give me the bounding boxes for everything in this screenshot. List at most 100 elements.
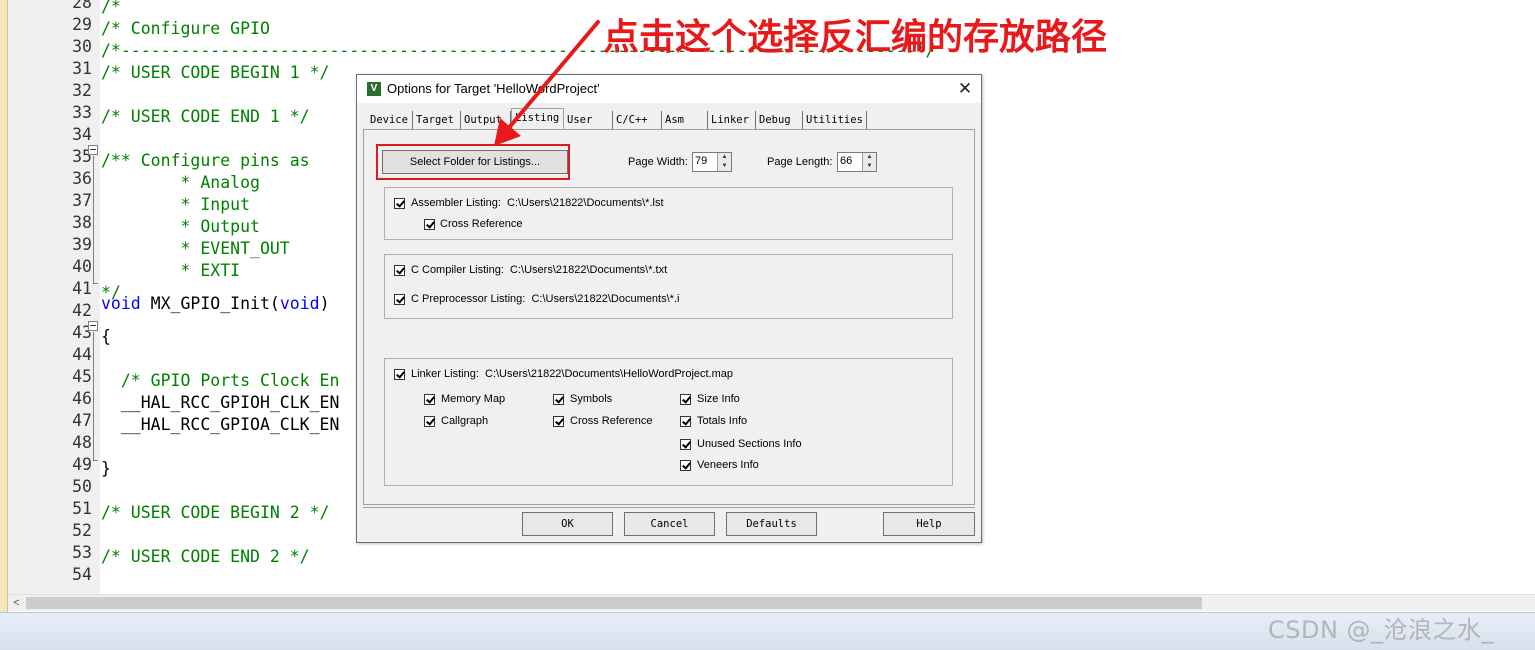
tab-user[interactable]: User (564, 111, 613, 129)
tab-asm[interactable]: Asm (662, 111, 708, 129)
tab-listing[interactable]: Listing (511, 108, 564, 130)
spinner-arrows-icon[interactable]: ▲ ▼ (862, 153, 876, 171)
line-number: 44 (72, 345, 92, 364)
code-line: __HAL_RCC_GPIOA_CLK_EN (101, 415, 340, 434)
line-number: 35 (72, 147, 92, 166)
size-info-checkbox[interactable] (680, 394, 691, 405)
line-number: 45 (72, 367, 92, 386)
dialog-button-separator (363, 507, 975, 508)
line-number: 30 (72, 37, 92, 56)
tab-linker[interactable]: Linker (708, 111, 756, 129)
listing-panel: Select Folder for Listings... Page Width… (363, 129, 975, 505)
keil-app-icon: V (367, 82, 381, 96)
line-number: 38 (72, 213, 92, 232)
code-line: * Output (101, 217, 260, 236)
line-number: 52 (72, 521, 92, 540)
ok-button[interactable]: OK (522, 512, 613, 536)
code-line: * EXTI (101, 261, 241, 280)
code-line-42: void MX_GPIO_Init(void) (101, 294, 330, 313)
code-line: * EVENT_OUT (101, 239, 290, 258)
line-number: 31 (72, 59, 92, 78)
code-line: } (101, 459, 111, 478)
fold-end-marker (93, 460, 98, 461)
code-line: * Analog (101, 173, 260, 192)
fold-toggle-icon[interactable] (88, 145, 98, 155)
page-width-spinner[interactable]: 79 ▲ ▼ (692, 152, 732, 172)
veneers-info-checkbox[interactable] (680, 460, 691, 471)
veneers-info-label: Veneers Info (697, 459, 759, 471)
defaults-button[interactable]: Defaults (726, 512, 817, 536)
linker-cross-reference-checkbox[interactable] (553, 416, 564, 427)
line-number: 53 (72, 543, 92, 562)
size-info-label: Size Info (697, 393, 740, 405)
assembler-cross-reference-label: Cross Reference (440, 218, 523, 230)
page-width-value: 79 (695, 155, 708, 167)
linker-listing-label: Linker Listing: C:\Users\21822\Documents… (411, 368, 734, 380)
code-line: { (101, 327, 111, 346)
code-line: __HAL_RCC_GPIOH_CLK_EN (101, 393, 340, 412)
line-number: 28 (72, 0, 92, 12)
fold-guide-line (93, 332, 94, 460)
line-number: 29 (72, 15, 92, 34)
c-compiler-listing-checkbox[interactable] (394, 265, 405, 276)
page-length-value: 66 (840, 155, 853, 167)
linker-listing-checkbox[interactable] (394, 369, 405, 380)
page-length-spinner[interactable]: 66 ▲ ▼ (837, 152, 877, 172)
line-number-gutter: 28 29 30 31 32 33 34 35 36 37 38 39 40 41 42 43 44 45 46 47… (8, 0, 100, 595)
callgraph-checkbox[interactable] (424, 416, 435, 427)
linker-listing-group: Linker Listing: C:\Users\21822\Documents… (384, 358, 953, 486)
line-number: 43 (72, 323, 92, 342)
code-line: /* USER CODE END 2 */ (101, 547, 310, 566)
totals-info-checkbox[interactable] (680, 416, 691, 427)
code-line: /* USER CODE BEGIN 2 */ (101, 503, 330, 522)
line-number: 51 (72, 499, 92, 518)
spinner-arrows-icon[interactable]: ▲ ▼ (717, 153, 731, 171)
line-number: 36 (72, 169, 92, 188)
assembler-listing-group: Assembler Listing: C:\Users\21822\Docume… (384, 187, 953, 240)
line-number: 41 (72, 279, 92, 298)
page-width-label: Page Width: (628, 156, 688, 168)
line-number: 49 (72, 455, 92, 474)
dialog-titlebar[interactable]: V Options for Target 'HelloWordProject' … (357, 75, 981, 103)
callgraph-label: Callgraph (441, 415, 489, 427)
annotation-callout-text: 点击这个选择反汇编的存放路径 (603, 17, 1108, 58)
line-number: 33 (72, 103, 92, 122)
help-button[interactable]: Help (883, 512, 975, 536)
line-number: 32 (72, 81, 92, 100)
fold-guide-line (93, 156, 94, 283)
code-line: * Input (101, 195, 251, 214)
scroll-left-arrow-icon[interactable]: < (8, 595, 25, 611)
assembler-listing-label: Assembler Listing: C:\Users\21822\Docume… (411, 197, 664, 209)
c-compiler-listing-group: C Compiler Listing: C:\Users\21822\Docum… (384, 254, 953, 319)
line-number: 47 (72, 411, 92, 430)
symbols-checkbox[interactable] (553, 394, 564, 405)
unused-sections-info-label: Unused Sections Info (697, 438, 802, 450)
c-preprocessor-listing-label: C Preprocessor Listing: C:\Users\21822\D… (411, 293, 680, 305)
tab-target[interactable]: Target (413, 111, 461, 129)
tab-debug[interactable]: Debug (756, 111, 803, 129)
line-number: 39 (72, 235, 92, 254)
horizontal-scrollbar[interactable]: < (8, 594, 1535, 611)
line-number: 46 (72, 389, 92, 408)
memory-map-label: Memory Map (441, 393, 506, 405)
symbols-label: Symbols (570, 393, 613, 405)
fold-toggle-icon[interactable] (88, 321, 98, 331)
tab-device[interactable]: Device (367, 111, 413, 129)
dialog-title: Options for Target 'HelloWordProject' (387, 81, 600, 96)
editor-left-border (0, 0, 8, 612)
tab-utilities[interactable]: Utilities (803, 111, 867, 129)
line-number: 42 (72, 301, 92, 320)
close-icon[interactable]: ✕ (952, 78, 978, 100)
assembler-cross-reference-checkbox[interactable] (424, 219, 435, 230)
unused-sections-info-checkbox[interactable] (680, 439, 691, 450)
cancel-button[interactable]: Cancel (624, 512, 715, 536)
c-preprocessor-listing-checkbox[interactable] (394, 294, 405, 305)
totals-info-label: Totals Info (697, 415, 748, 427)
tab-output[interactable]: Output (461, 111, 511, 129)
watermark: CSDN @_沧浪之水_ (1268, 616, 1495, 644)
scrollbar-thumb[interactable] (26, 597, 1202, 609)
assembler-listing-checkbox[interactable] (394, 198, 405, 209)
line-number: 54 (72, 565, 92, 584)
tab-c-cpp[interactable]: C/C++ (613, 111, 662, 129)
memory-map-checkbox[interactable] (424, 394, 435, 405)
